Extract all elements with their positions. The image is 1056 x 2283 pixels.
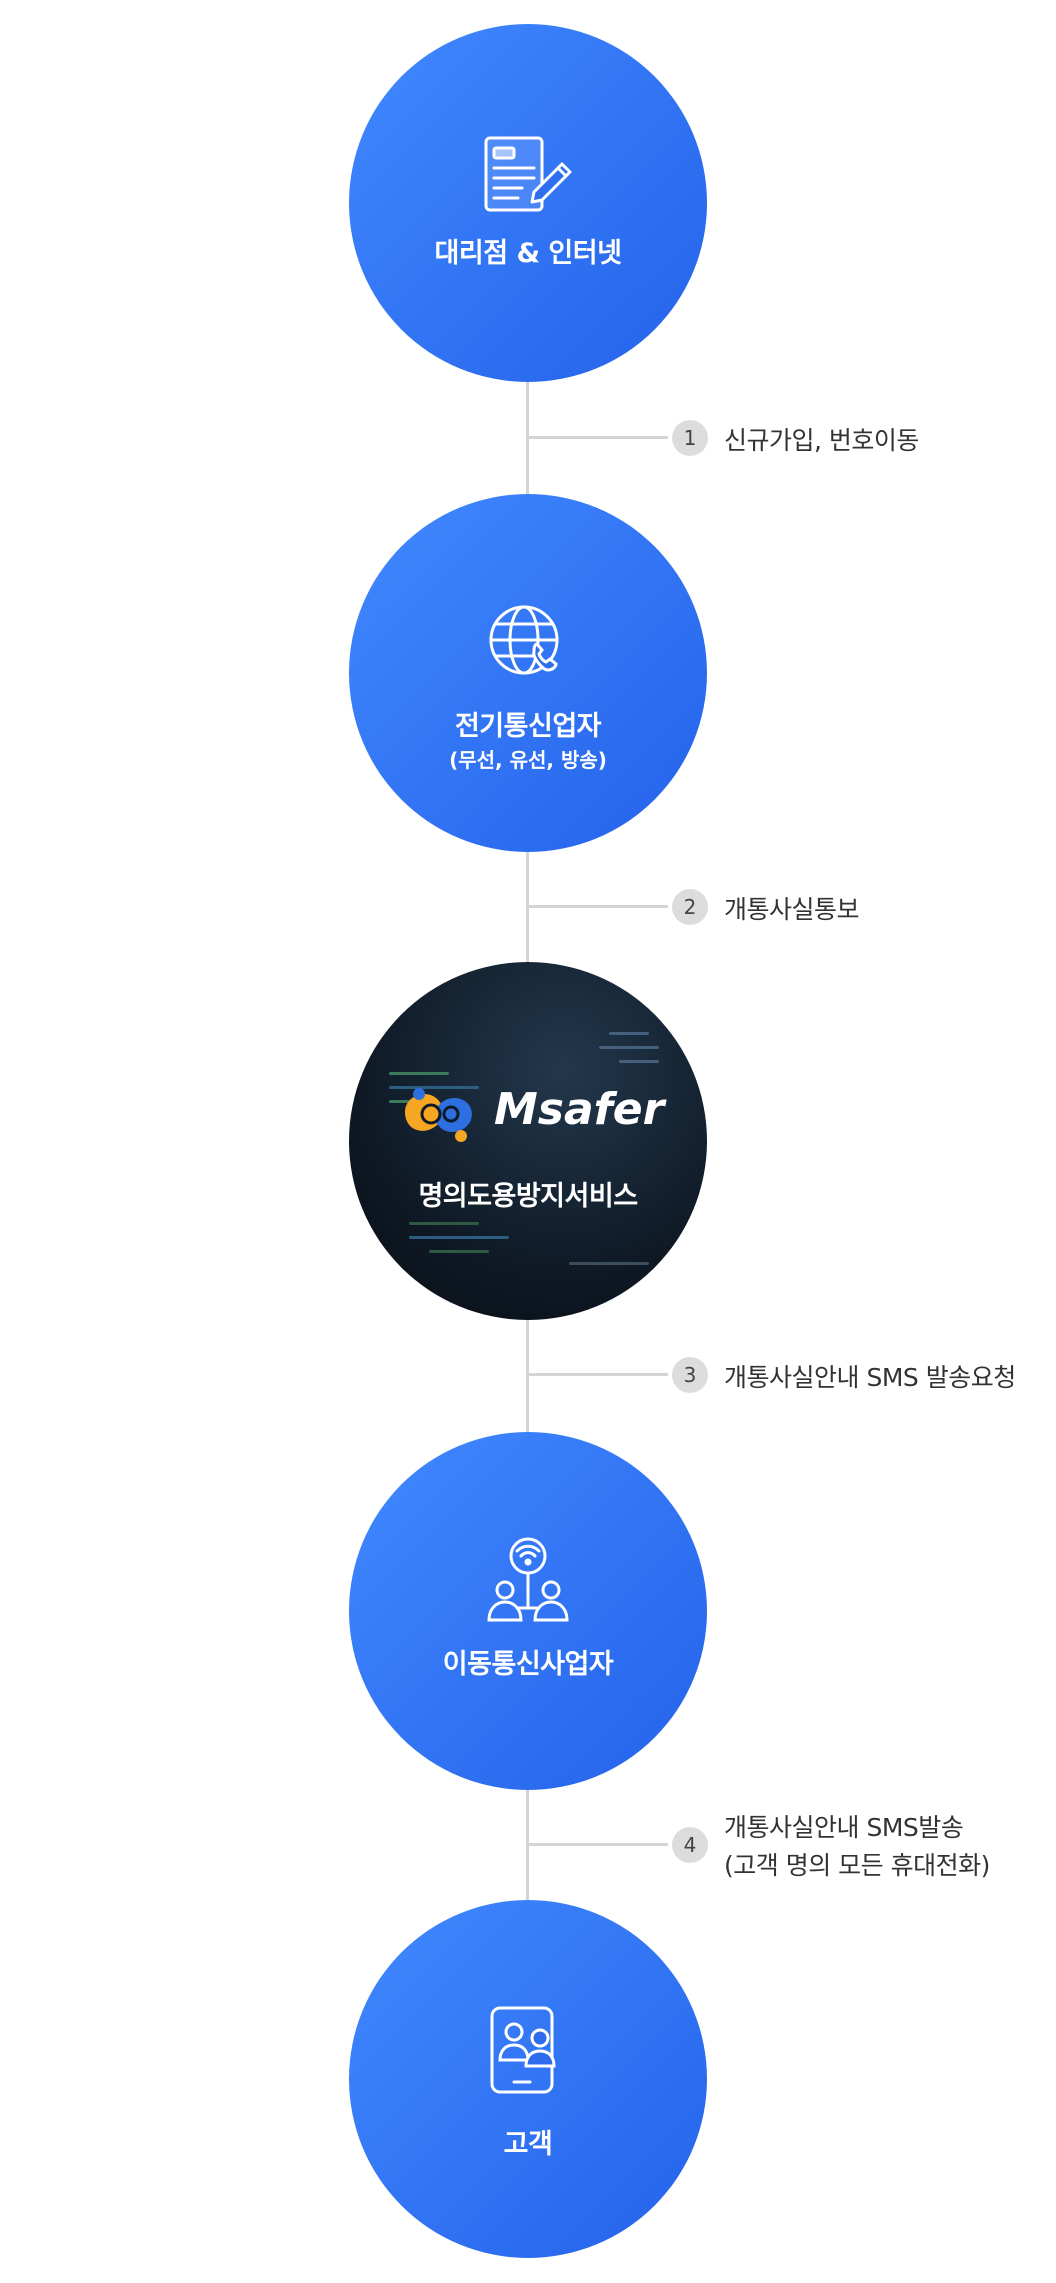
node-customer: 고객	[349, 1900, 707, 2258]
node-msafer-service: Msafer 명의도용방지서비스	[349, 962, 707, 1320]
step-branch-1	[528, 436, 668, 439]
msafer-logo-icon	[395, 1080, 485, 1154]
step-label-2: 개통사실통보	[724, 895, 860, 924]
step-number-3: 3	[672, 1357, 708, 1393]
step-label-1: 신규가입, 번호이동	[724, 426, 919, 455]
node-agency-internet: 대리점 & 인터넷	[349, 24, 707, 382]
connector-line-2	[526, 850, 529, 966]
document-pen-icon	[478, 132, 578, 220]
node-title: 명의도용방지서비스	[418, 1181, 638, 1212]
node-subtitle: (무선, 유선, 방송)	[449, 748, 607, 772]
connector-line-3	[526, 1318, 529, 1434]
globe-phone-icon	[486, 600, 570, 688]
node-title: 대리점 & 인터넷	[434, 238, 622, 269]
node-title: 전기통신업자	[454, 711, 602, 742]
step-branch-3	[528, 1373, 668, 1376]
node-mobile-carrier: 이동통신사업자	[349, 1432, 707, 1790]
step-label-3: 개통사실안내 SMS 발송요청	[724, 1363, 1016, 1392]
step-number-4: 4	[672, 1827, 708, 1863]
step-label-4-line2: (고객 명의 모든 휴대전화)	[724, 1851, 990, 1880]
step-branch-4	[528, 1843, 668, 1846]
step-number-2: 2	[672, 889, 708, 925]
msafer-logo-text: Msafer	[494, 1084, 665, 1135]
step-label-4-line1: 개통사실안내 SMS발송	[724, 1813, 964, 1842]
node-title: 이동통신사업자	[442, 1649, 614, 1680]
node-telecom-business: 전기통신업자 (무선, 유선, 방송)	[349, 494, 707, 852]
node-title: 고객	[503, 2129, 553, 2160]
step-number-1: 1	[672, 420, 708, 456]
network-users-icon	[483, 1536, 573, 1628]
mobile-users-icon	[488, 2004, 568, 2100]
step-branch-2	[528, 905, 668, 908]
